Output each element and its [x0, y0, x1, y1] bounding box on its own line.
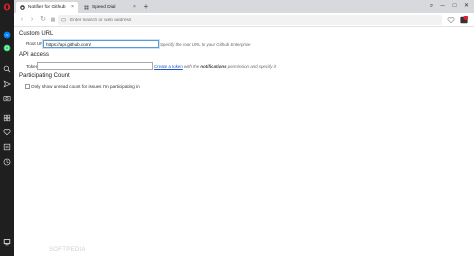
heart-extension-icon[interactable]	[447, 16, 455, 24]
custom-url-heading: Custom URL	[19, 31, 54, 37]
close-icon[interactable]: ×	[132, 5, 137, 10]
participating-count-heading: Participating Count	[19, 73, 70, 79]
tab-notifier-for-github[interactable]: Notifier for Github ×	[16, 2, 78, 13]
messenger-icon[interactable]	[3, 31, 11, 39]
address-input[interactable]	[70, 17, 430, 23]
tab-strip: Notifier for Github × Speed Dial × + ⌕ ─…	[14, 0, 474, 13]
token-hint: Create a token with the notifications pe…	[154, 64, 276, 69]
token-hint-end: permission and specify it	[227, 64, 276, 69]
address-bar[interactable]	[58, 15, 442, 25]
sidebar-settings-icon[interactable]	[3, 238, 11, 246]
tab-speed-dial[interactable]: Speed Dial ×	[80, 2, 140, 13]
forward-button[interactable]: ›	[28, 16, 36, 24]
search-icon[interactable]	[3, 65, 11, 73]
tab-label: Speed Dial	[92, 5, 116, 10]
speed-dial-icon[interactable]	[3, 114, 11, 122]
new-tab-button[interactable]: +	[142, 3, 150, 11]
sidebar	[0, 0, 14, 256]
softpedia-watermark: SOFTPEDIA	[49, 247, 86, 253]
token-hint-mid: with the	[184, 64, 200, 69]
window-close-button[interactable]: ✕	[462, 2, 471, 10]
token-input[interactable]	[37, 62, 153, 70]
maximize-button[interactable]: □	[450, 2, 459, 10]
speed-dial-grid-icon[interactable]: ▦	[49, 16, 57, 24]
opera-logo-icon[interactable]	[3, 3, 11, 11]
history-icon[interactable]	[3, 158, 11, 166]
toolbar: ‹ › ↻ ▦	[14, 13, 474, 27]
github-icon	[20, 5, 25, 10]
participating-checkbox[interactable]	[25, 84, 30, 89]
root-url-hint: Specify the root URL to your Github Ente…	[160, 42, 251, 47]
news-icon[interactable]	[3, 143, 11, 151]
options-page: Custom URL Root URL: Specify the root UR…	[14, 27, 474, 256]
close-icon[interactable]: ×	[70, 5, 75, 10]
tab-label: Notifier for Github	[28, 5, 66, 10]
whatsapp-icon[interactable]	[3, 44, 11, 52]
root-url-input[interactable]	[43, 40, 159, 48]
api-access-heading: API access	[19, 52, 50, 58]
participating-checkbox-label: Only show unread count for issues I'm pa…	[31, 84, 140, 89]
camera-icon[interactable]	[3, 94, 11, 102]
github-notifier-extension-icon[interactable]	[460, 16, 468, 24]
create-token-link[interactable]: Create a token	[154, 64, 183, 69]
reload-button[interactable]: ↻	[39, 16, 47, 24]
heart-icon[interactable]	[3, 128, 11, 136]
tab-search-icon[interactable]: ⌕	[427, 2, 436, 10]
minimize-button[interactable]: ─	[438, 2, 447, 10]
token-hint-bold: notifications	[200, 64, 227, 69]
back-button[interactable]: ‹	[18, 16, 26, 24]
send-icon[interactable]	[3, 80, 11, 88]
security-badge-icon	[61, 17, 66, 24]
speed-dial-tab-icon	[84, 5, 89, 10]
